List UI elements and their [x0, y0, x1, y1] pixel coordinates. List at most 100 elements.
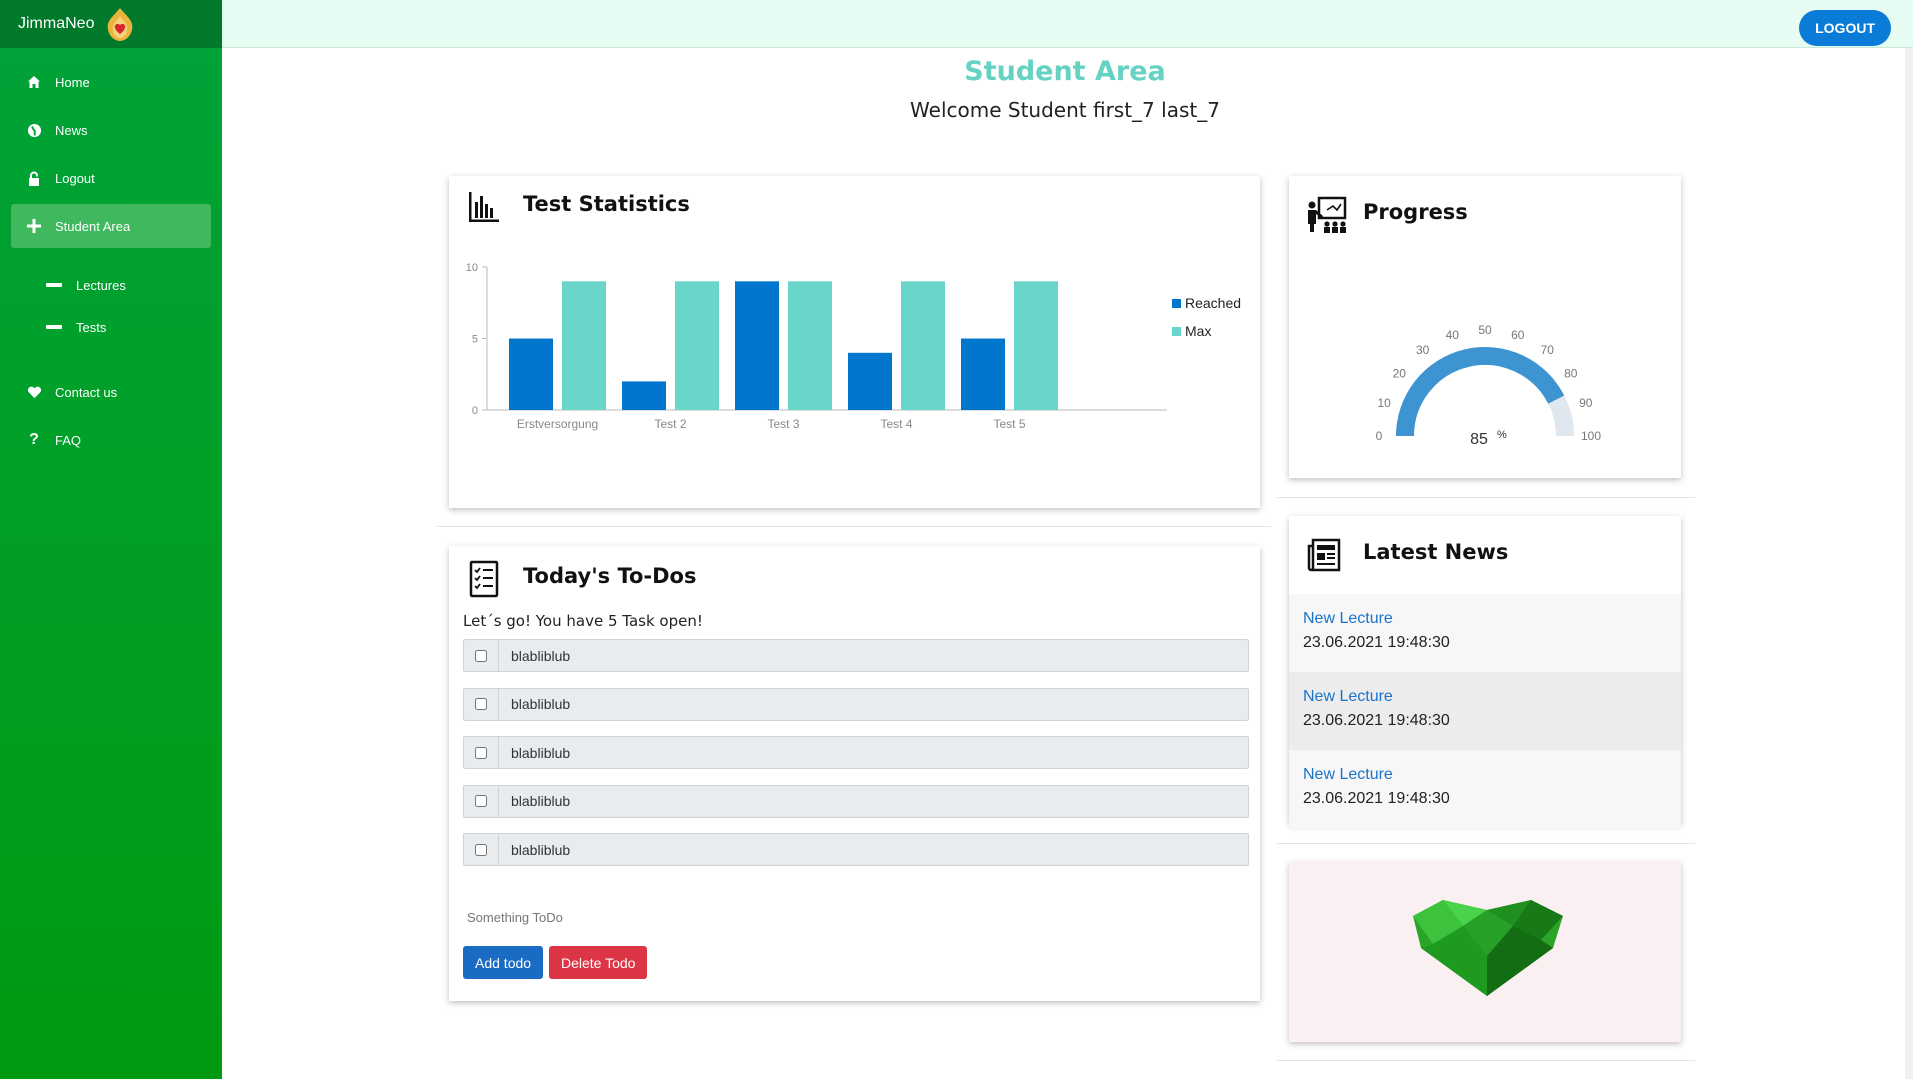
teacher-icon	[1308, 196, 1347, 233]
todo-text[interactable]: blabliblub	[499, 640, 570, 671]
todo-checkbox[interactable]	[475, 649, 487, 662]
todos-card: Today's To-Dos Let´s go! You have 5 Task…	[449, 546, 1260, 1001]
gauge-tick-label: 60	[1511, 328, 1525, 342]
sidebar-item-student-area[interactable]: Student Area	[11, 204, 211, 248]
news-link[interactable]: New Lecture	[1303, 766, 1667, 784]
todo-text[interactable]: blabliblub	[499, 786, 570, 817]
bar-reached-2[interactable]	[622, 381, 666, 410]
todo-checkbox[interactable]	[475, 746, 487, 759]
todo-input[interactable]	[467, 910, 767, 925]
bar-reached-4[interactable]	[848, 352, 892, 410]
gauge-tick-label: 80	[1564, 367, 1578, 381]
sidebar-subnav: Lectures Tests	[0, 264, 222, 348]
gauge-tick-label: 90	[1579, 396, 1593, 410]
news-item: New Lecture 23.06.2021 19:48:30	[1289, 750, 1681, 828]
news-card: Latest News New Lecture 23.06.2021 19:48:…	[1289, 516, 1681, 828]
news-date: 23.06.2021 19:48:30	[1303, 790, 1450, 807]
bar-reached-1[interactable]	[509, 338, 553, 411]
bar-max-4[interactable]	[901, 281, 945, 410]
bar-max-3[interactable]	[788, 281, 832, 410]
add-todo-button[interactable]: Add todo	[463, 946, 544, 979]
checklist-icon	[469, 560, 499, 598]
sidebar-subitem-label: Lectures	[76, 277, 126, 293]
sidebar-item-home[interactable]: Home	[11, 60, 211, 104]
minus-icon	[46, 325, 62, 329]
sidebar-subitem-tests[interactable]: Tests	[0, 306, 222, 348]
todo-item: blabliblub	[463, 784, 1249, 818]
todo-checkbox[interactable]	[475, 795, 487, 807]
gauge-tick-label: 50	[1478, 323, 1492, 337]
gauge-fill	[1396, 347, 1565, 437]
todo-text[interactable]: blabliblub	[499, 737, 570, 768]
todo-text[interactable]: blabliblub	[499, 834, 570, 865]
delete-todo-button[interactable]: Delete Todo	[549, 946, 648, 979]
sidebar-item-label: Contact us	[55, 384, 118, 400]
legend-label: Reached	[1185, 295, 1241, 311]
news-link[interactable]: New Lecture	[1303, 688, 1667, 706]
todo-checkbox-cell	[464, 834, 499, 865]
gauge-tick-label: 20	[1393, 367, 1407, 381]
news-item: New Lecture 23.06.2021 19:48:30	[1289, 672, 1681, 750]
brand[interactable]: JimmaNeo	[0, 0, 222, 48]
sidebar-item-contact[interactable]: Contact us	[11, 370, 211, 414]
sidebar-item-news[interactable]: News	[11, 108, 211, 152]
news-link[interactable]: New Lecture	[1303, 610, 1667, 628]
gauge-tick-label: 0	[1376, 429, 1383, 443]
progress-gauge: 0 10 20 30 40 50 60 70 80 90 100 85%	[1376, 323, 1602, 448]
todo-item: blabliblub	[463, 639, 1249, 672]
x-tick-label: Erstversorgung	[517, 417, 598, 431]
page-title: Student Area	[964, 56, 1166, 87]
news-item: New Lecture 23.06.2021 19:48:30	[1289, 594, 1681, 672]
gauge-tick-label: 70	[1541, 343, 1555, 357]
gauge-tick-label: 30	[1416, 343, 1430, 357]
todo-item: blabliblub	[463, 687, 1249, 721]
x-tick-label: Test 4	[880, 417, 912, 431]
todo-item: blabliblub	[463, 833, 1249, 866]
y-tick-label: 5	[472, 334, 478, 346]
image-card	[1289, 862, 1681, 1042]
test-statistics-chart: 0 5 10 Erstversorgung Test 2 Test 3 Test 4 Test…	[466, 262, 1241, 431]
progress-title: Progress	[1363, 200, 1468, 224]
brand-name: JimmaNeo	[18, 15, 95, 32]
todos-intro: Let´s go! You have 5 Task open!	[463, 612, 703, 630]
logout-button[interactable]: LOGOUT	[1799, 10, 1891, 46]
todo-checkbox[interactable]	[475, 843, 487, 856]
logo-icon	[108, 8, 133, 41]
bar-max-5[interactable]	[1014, 281, 1058, 410]
x-tick-label: Test 5	[993, 417, 1025, 431]
x-tick-label: Test 2	[654, 417, 686, 431]
todo-text[interactable]: blabliblub	[499, 689, 570, 720]
todo-checkbox[interactable]	[475, 698, 487, 710]
sidebar-item-label: News	[55, 122, 88, 138]
news-date: 23.06.2021 19:48:30	[1303, 634, 1450, 651]
test-statistics-card: Test Statistics 0 5 10 Erstversorgung Test 2…	[449, 176, 1260, 508]
sidebar-item-faq[interactable]: ? FAQ	[11, 418, 211, 462]
bar-max-1[interactable]	[562, 281, 606, 410]
bar-max-2[interactable]	[675, 281, 719, 410]
news-title: Latest News	[1363, 540, 1509, 564]
sidebar-subitem-lectures[interactable]: Lectures	[0, 264, 222, 306]
minus-icon	[46, 283, 62, 287]
sidebar-nav-bottom: Contact us ? FAQ	[0, 370, 222, 462]
scrollbar-track[interactable]	[1905, 48, 1913, 1079]
newspaper-icon	[1307, 538, 1341, 572]
todos-title: Today's To-Dos	[523, 564, 697, 588]
gauge-value: 85	[1470, 431, 1488, 448]
sidebar-item-label: FAQ	[55, 432, 82, 448]
todo-checkbox-cell	[464, 688, 499, 720]
sidebar: JimmaNeo Home News Logout Student Area L…	[0, 0, 222, 1079]
bar-reached-3[interactable]	[735, 281, 779, 410]
bar-reached-5[interactable]	[961, 338, 1005, 411]
todo-checkbox-cell	[464, 737, 499, 768]
gauge-tick-label: 40	[1446, 328, 1460, 342]
gauge-tick-label: 100	[1581, 429, 1601, 443]
sidebar-item-logout[interactable]: Logout	[11, 156, 211, 200]
topbar: LOGOUT	[222, 0, 1913, 48]
y-tick-label: 0	[472, 405, 478, 417]
legend-swatch	[1172, 299, 1181, 308]
home-icon	[25, 73, 43, 91]
gauge-track	[1548, 395, 1574, 437]
question-icon: ?	[29, 431, 39, 448]
globe-icon	[25, 121, 43, 139]
y-tick-label: 10	[466, 262, 478, 274]
